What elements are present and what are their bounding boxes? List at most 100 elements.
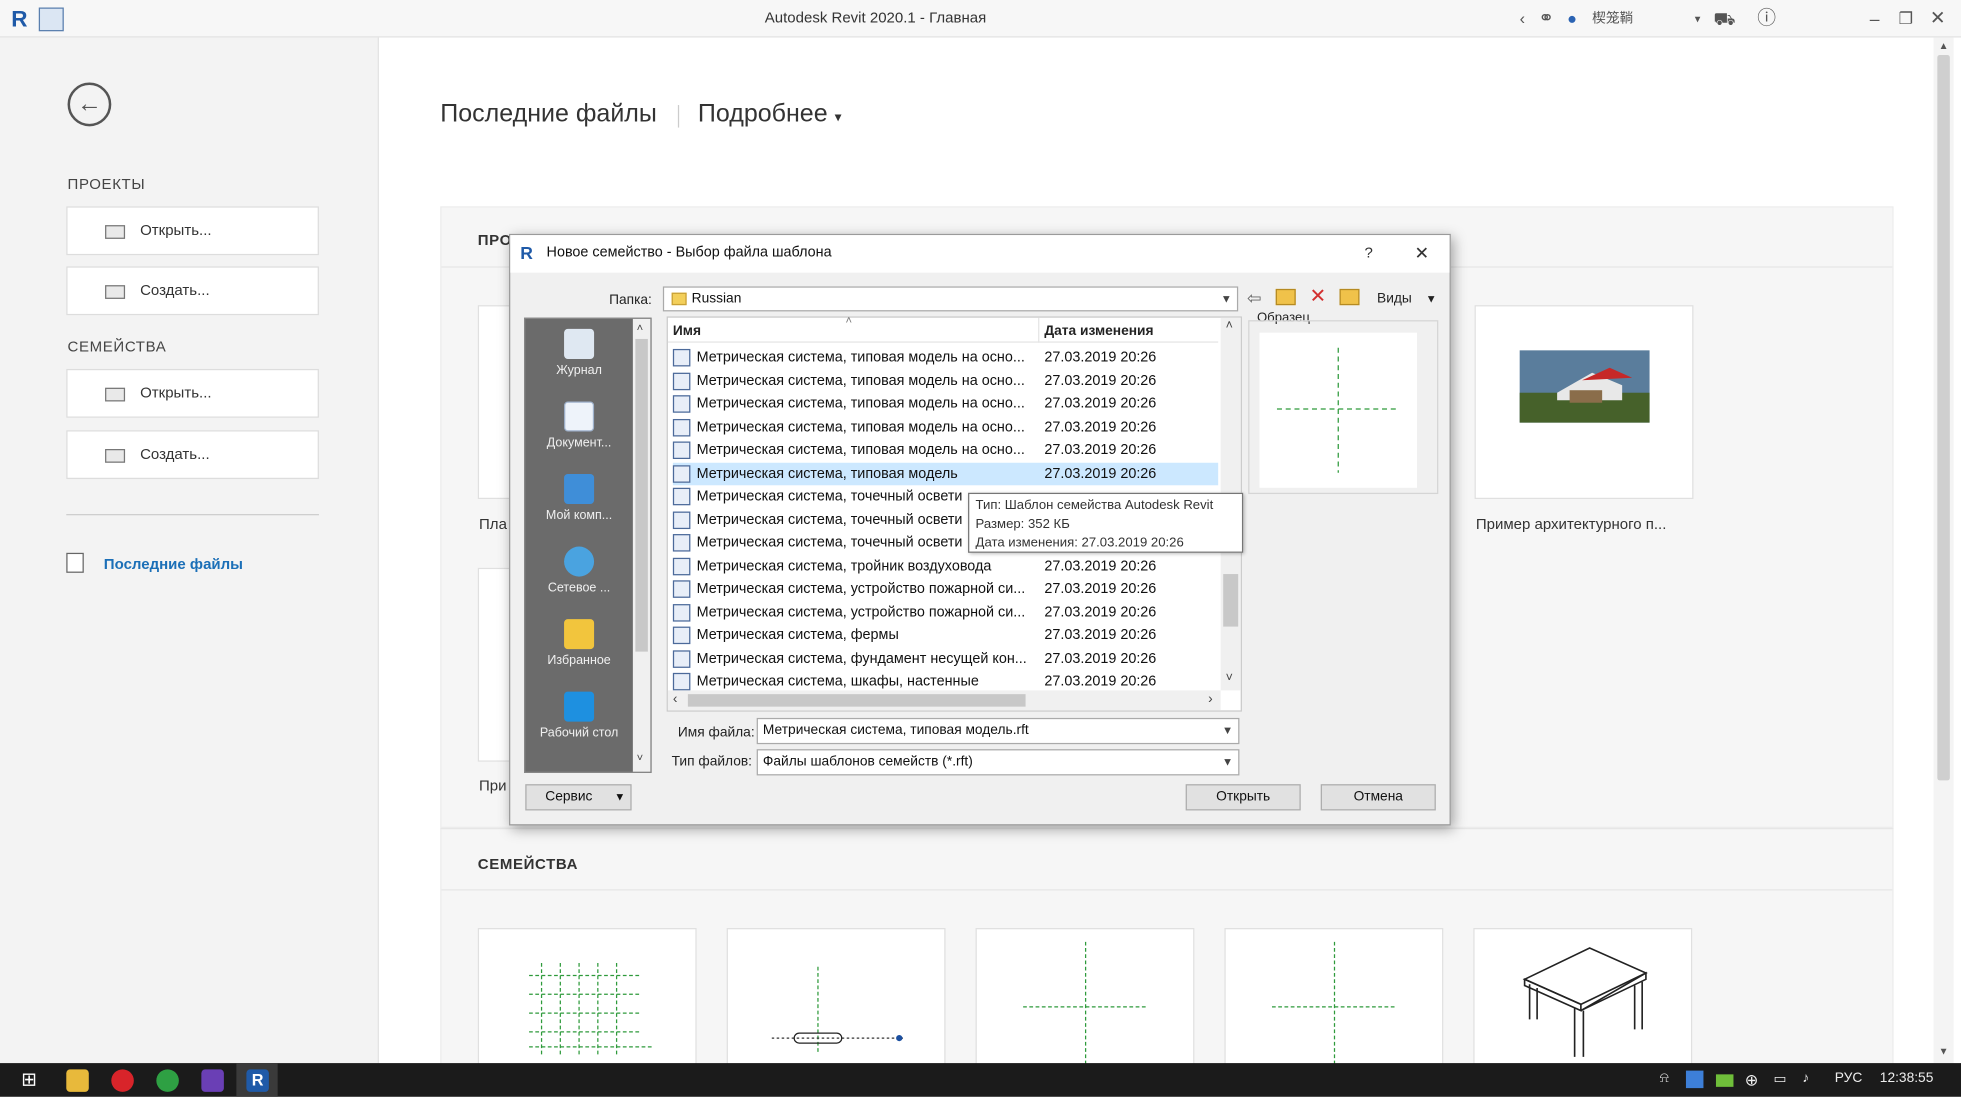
visual-studio-icon[interactable] xyxy=(201,1069,224,1092)
file-row[interactable]: Метрическая система, устройство пожарной… xyxy=(672,578,1218,601)
opera-icon[interactable] xyxy=(111,1069,134,1092)
tray-language[interactable]: РУС xyxy=(1835,1071,1863,1086)
dialog-close-button[interactable]: ✕ xyxy=(1415,243,1430,264)
caret-down-icon: ▼ xyxy=(1425,292,1437,306)
column-date[interactable]: Дата изменения xyxy=(1044,324,1153,339)
scroll-up-icon[interactable]: ▲ xyxy=(1939,40,1949,51)
restore-icon[interactable]: ❐ xyxy=(1899,8,1914,31)
file-list-hscrollbar[interactable]: ‹ › xyxy=(667,690,1221,711)
cancel-button[interactable]: Отмена xyxy=(1320,784,1436,811)
tray-battery-icon[interactable]: ▭ xyxy=(1773,1071,1786,1087)
file-date: 27.03.2019 20:26 xyxy=(1044,465,1157,481)
minimize-icon[interactable]: – xyxy=(1870,8,1880,31)
tray-clock[interactable]: 12:38:55 xyxy=(1880,1071,1934,1086)
tooltip-modified: Дата изменения: 27.03.2019 20:26 xyxy=(975,535,1184,551)
tray-nvidia-icon[interactable] xyxy=(1715,1074,1734,1087)
filetype-select[interactable]: Файлы шаблонов семейств (*.rft) ▼ xyxy=(756,749,1240,776)
column-divider xyxy=(1038,317,1040,343)
file-row-selected[interactable]: Метрическая система, типовая модель 27.03… xyxy=(672,462,1219,485)
column-name[interactable]: Имя xyxy=(673,324,701,339)
help-icon[interactable]: ⓘ xyxy=(1757,8,1776,31)
views-menu[interactable]: Виды ▼ xyxy=(1377,291,1437,306)
cart-icon[interactable]: ⛟ xyxy=(1713,8,1735,31)
place-computer[interactable]: Мой комп... xyxy=(525,474,633,523)
families-create-button[interactable]: Создать... xyxy=(66,430,319,480)
folder-select[interactable]: Russian ▼ xyxy=(662,286,1239,312)
family-thumbnail[interactable] xyxy=(1473,928,1693,1079)
chevron-left-icon[interactable]: ‹ xyxy=(1520,8,1525,31)
tray-app-icon[interactable] xyxy=(1685,1070,1704,1089)
file-row[interactable]: Метрическая система, типовая модель на о… xyxy=(672,439,1218,462)
place-label: Журнал xyxy=(556,363,602,378)
up-folder-icon[interactable] xyxy=(1275,288,1296,306)
back-icon[interactable]: ⇦ xyxy=(1247,288,1262,309)
delete-icon[interactable]: ✕ xyxy=(1309,284,1326,309)
file-date: 27.03.2019 20:26 xyxy=(1044,627,1157,643)
project-thumbnail-architectural[interactable] xyxy=(1474,305,1694,500)
place-network[interactable]: Сетевое ... xyxy=(525,546,633,595)
scroll-down-icon[interactable]: ▼ xyxy=(1939,1046,1949,1057)
scroll-down-icon[interactable]: ˅ xyxy=(637,752,644,765)
app-icon[interactable] xyxy=(156,1069,179,1092)
new-folder-icon[interactable] xyxy=(1339,288,1360,306)
tray-network-icon[interactable]: ⊕ xyxy=(1745,1071,1759,1091)
tray-volume-icon[interactable]: ♪ xyxy=(1802,1071,1809,1086)
scrollbar-thumb[interactable] xyxy=(687,694,1026,707)
caret-down-icon: ▼ xyxy=(614,790,626,803)
scrollbar-thumb[interactable] xyxy=(1937,55,1950,781)
place-history[interactable]: Журнал xyxy=(525,328,633,378)
scroll-up-icon[interactable]: ˄ xyxy=(637,321,644,334)
scroll-down-icon[interactable]: ˅ xyxy=(1226,672,1233,686)
file-row[interactable]: Метрическая система, типовая модель на о… xyxy=(672,393,1218,416)
project-thumbnail[interactable] xyxy=(477,567,511,762)
rft-file-icon xyxy=(672,557,691,575)
file-row[interactable]: Метрическая система, фундамент несущей к… xyxy=(672,647,1218,670)
open-button[interactable]: Открыть xyxy=(1185,784,1301,811)
recent-files-link[interactable]: Последние файлы xyxy=(104,555,243,573)
filetype-label: Тип файлов: xyxy=(671,754,753,770)
filename-input[interactable]: Метрическая система, типовая модель.rft … xyxy=(756,717,1240,745)
close-window-icon[interactable]: ✕ xyxy=(1930,8,1946,31)
file-explorer-icon[interactable] xyxy=(66,1069,89,1092)
main-scrollbar[interactable]: ▲ ▼ xyxy=(1933,37,1954,1064)
family-thumbnail[interactable] xyxy=(1224,928,1444,1079)
scrollbar-thumb[interactable] xyxy=(635,338,648,652)
service-button[interactable]: Сервис ▼ xyxy=(525,784,632,811)
file-row[interactable]: Метрическая система, фермы 27.03.2019 20:… xyxy=(672,624,1218,647)
user-name[interactable]: 楔笼鞝 xyxy=(1592,8,1633,31)
projects-create-button[interactable]: Создать... xyxy=(66,266,319,316)
scroll-right-icon[interactable]: › xyxy=(1208,692,1213,707)
rft-file-icon xyxy=(672,395,691,413)
family-thumbnail[interactable] xyxy=(975,928,1195,1079)
families-card: СЕМЕЙСТВА xyxy=(440,827,1894,1079)
families-open-button[interactable]: Открыть... xyxy=(66,368,319,418)
family-thumbnail[interactable] xyxy=(477,928,697,1079)
user-dropdown-icon[interactable]: ▾ xyxy=(1695,8,1701,31)
details-menu[interactable]: Подробнее ▾ xyxy=(698,100,842,129)
projects-open-button[interactable]: Открыть... xyxy=(66,206,319,256)
rft-file-icon xyxy=(672,580,691,598)
scrollbar-thumb[interactable] xyxy=(1223,574,1239,627)
place-favorites[interactable]: Избранное xyxy=(525,619,633,668)
windows-start-icon[interactable]: ⊞ xyxy=(21,1069,44,1092)
revit-taskbar-button[interactable]: R xyxy=(236,1063,278,1097)
tray-usb-icon[interactable]: ⍾ xyxy=(1660,1071,1669,1087)
back-arrow-icon[interactable]: ← xyxy=(67,82,112,127)
file-row[interactable]: Метрическая система, типовая модель на о… xyxy=(672,370,1218,393)
place-documents[interactable]: Документ... xyxy=(525,401,633,450)
places-scrollbar[interactable]: ˄ ˅ xyxy=(632,318,651,772)
project-thumbnail[interactable] xyxy=(477,305,511,500)
user-icon[interactable]: ● xyxy=(1567,8,1577,31)
file-row[interactable]: Метрическая система, типовая модель на о… xyxy=(672,346,1218,369)
file-row[interactable]: Метрическая система, устройство пожарной… xyxy=(672,601,1218,624)
revit-logo: R xyxy=(520,242,533,263)
family-thumbnail[interactable] xyxy=(726,928,946,1079)
scroll-left-icon[interactable]: ‹ xyxy=(673,692,678,707)
place-desktop[interactable]: Рабочий стол xyxy=(525,691,633,740)
chevron-down-icon: ▼ xyxy=(1222,724,1234,737)
binoculars-icon[interactable]: ⚭ xyxy=(1538,8,1554,31)
help-button[interactable]: ? xyxy=(1365,244,1373,262)
file-row[interactable]: Метрическая система, тройник воздуховода… xyxy=(672,555,1218,578)
file-row[interactable]: Метрическая система, типовая модель на о… xyxy=(672,416,1218,439)
scroll-up-icon[interactable]: ˄ xyxy=(1226,319,1233,333)
